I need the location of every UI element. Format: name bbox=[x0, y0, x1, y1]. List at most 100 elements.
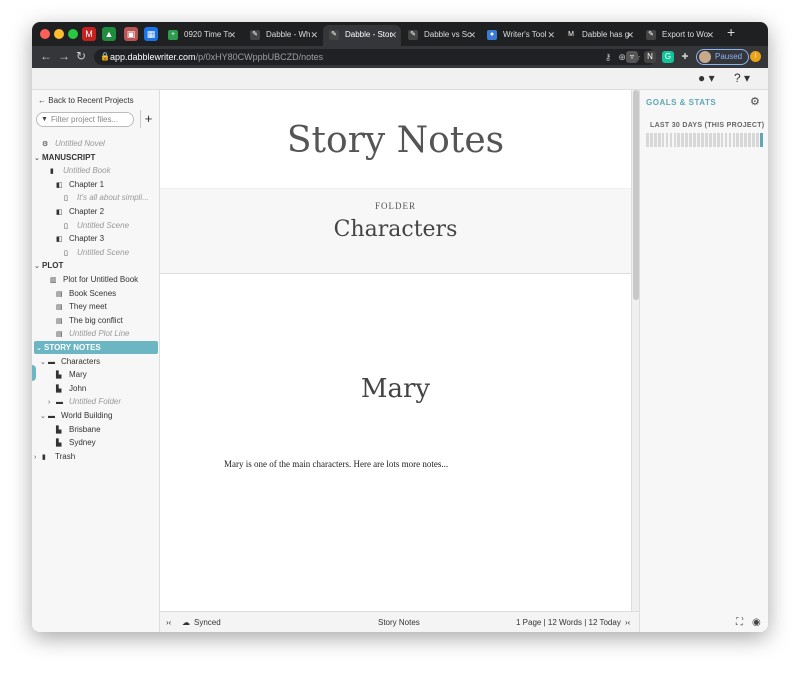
browser-tab[interactable]: +0920 Time Tr ✕ bbox=[162, 25, 240, 46]
sidebar-tree-item[interactable]: ▤ The big conflict bbox=[56, 314, 123, 327]
tree-item-label: Characters bbox=[61, 356, 101, 366]
collapse-right-icon[interactable]: ›‹ bbox=[625, 618, 630, 627]
reload-icon[interactable]: ↻ bbox=[76, 49, 86, 63]
filter-project-files-input[interactable]: ▼ Filter project files... bbox=[36, 112, 134, 127]
profile-paused-button[interactable]: Paused bbox=[696, 49, 750, 65]
help-icon[interactable]: ? ▾ bbox=[734, 71, 750, 85]
sidebar-tree-item[interactable]: ▯ Untitled Scene bbox=[64, 219, 129, 232]
sidebar-tree-item[interactable]: ▯ Untitled Scene bbox=[64, 246, 129, 259]
sidebar-tree-item[interactable]: ⌄ ▬ World Building bbox=[40, 409, 112, 422]
day-bar bbox=[760, 133, 763, 147]
chevron-down-icon[interactable]: ⌄ bbox=[36, 342, 44, 355]
maximize-window-button[interactable] bbox=[68, 29, 78, 39]
browser-tab[interactable]: M Dabble has g ✕ bbox=[560, 25, 638, 46]
back-arrow-icon[interactable]: ← bbox=[40, 49, 52, 63]
sidebar-tree-item[interactable]: ▤ They meet bbox=[56, 300, 107, 313]
add-item-button[interactable]: + bbox=[140, 110, 156, 128]
note-body[interactable]: Mary is one of the main characters. Here… bbox=[224, 459, 448, 469]
sidebar-tree-item[interactable]: ◧ Chapter 3 bbox=[56, 232, 104, 245]
editor-scrollbar[interactable] bbox=[631, 90, 639, 611]
tree-item-label: Untitled Plot Line bbox=[69, 329, 130, 339]
sidebar-section-header[interactable]: ⌄ MANUSCRIPT bbox=[34, 151, 95, 164]
sidebar-tree-item[interactable]: › ▬ Untitled Folder bbox=[48, 395, 121, 408]
page-title: Story Notes bbox=[286, 120, 505, 161]
sidebar-tree-item[interactable]: ▤ Book Scenes bbox=[56, 287, 116, 300]
sidebar-tree-item[interactable]: ▙ Brisbane bbox=[56, 423, 101, 436]
sidebar-tree-item[interactable]: ▙ Mary bbox=[56, 368, 87, 381]
sidebar-tree-item[interactable]: › ▮ Trash bbox=[34, 450, 75, 463]
sidebar-tree-item[interactable]: ⚙ Untitled Novel bbox=[42, 137, 105, 150]
close-tab-icon[interactable]: ✕ bbox=[626, 25, 634, 45]
tab-label: Writer's Tool bbox=[503, 30, 547, 39]
sidebar-tree-item[interactable]: ▮ Untitled Book bbox=[50, 164, 111, 177]
pocket-extension-icon[interactable]: ▿ bbox=[626, 51, 638, 63]
browser-tab[interactable]: ✎ Dabble - Stor ✕ bbox=[323, 25, 401, 46]
fullscreen-icon[interactable]: ⛶ bbox=[736, 617, 743, 628]
sidebar-tree-item[interactable]: ⌄ ▬ Characters bbox=[40, 355, 100, 368]
editor-pane[interactable]: Story Notes FOLDER Characters Mary Mary … bbox=[160, 90, 631, 611]
sidebar-tree-item[interactable]: ▥ Plot for Untitled Book bbox=[50, 273, 138, 286]
browser-tab[interactable]: ✎ Dabble vs Sc ✕ bbox=[402, 25, 480, 46]
folder-name[interactable]: Characters bbox=[160, 217, 631, 242]
browser-menu-update-icon[interactable]: ! bbox=[750, 51, 761, 62]
url-input[interactable]: 🔒 app.dabblewriter.com/p/0xHY80CWppbUBCZ… bbox=[94, 49, 656, 65]
extensions-puzzle-icon[interactable]: ✚ bbox=[679, 51, 691, 63]
tree-item-label: PLOT bbox=[42, 261, 64, 271]
word-count-stats[interactable]: 1 Page | 12 Words | 12 Today bbox=[516, 618, 621, 627]
tab-favicon-icon: ✎ bbox=[646, 30, 656, 40]
goals-stats-panel: GOALS & STATS ⚙ LAST 30 DAYS (THIS PROJE… bbox=[639, 90, 768, 632]
tab-favicon-icon: ✎ bbox=[329, 30, 339, 40]
status-bar: ›‹ ☁ Synced Story Notes 1 Page | 12 Word… bbox=[160, 611, 639, 632]
sidebar-section-header[interactable]: ⌄ PLOT bbox=[34, 259, 63, 272]
calendar-pinned-tab-icon[interactable]: ▦ bbox=[144, 27, 158, 41]
extension-icon[interactable]: N bbox=[644, 51, 656, 63]
drive-pinned-tab-icon[interactable]: ▲ bbox=[102, 27, 116, 41]
sidebar-tree-item[interactable]: ▤ Untitled Plot Line bbox=[56, 327, 129, 340]
chevron-down-icon[interactable]: ⌄ bbox=[40, 356, 48, 369]
tree-item-icon: ▤ bbox=[56, 304, 63, 312]
gear-icon[interactable]: ⚙ bbox=[750, 95, 760, 108]
chevron-down-icon[interactable]: ⌄ bbox=[34, 260, 42, 273]
close-tab-icon[interactable]: ✕ bbox=[389, 25, 397, 45]
browser-tab[interactable]: ● Writer's Tool ✕ bbox=[481, 25, 559, 46]
tab-label: Dabble - Stor bbox=[345, 30, 393, 39]
chevron-down-icon[interactable]: ⌄ bbox=[40, 410, 48, 423]
tree-item-label: Untitled Book bbox=[63, 166, 111, 176]
new-tab-button[interactable]: + bbox=[727, 24, 735, 40]
chevron-right-icon[interactable]: › bbox=[48, 396, 56, 409]
close-tab-icon[interactable]: ✕ bbox=[468, 25, 476, 45]
eye-icon[interactable]: ◉ bbox=[752, 617, 761, 628]
close-tab-icon[interactable]: ✕ bbox=[228, 25, 236, 45]
tree-item-label: Chapter 1 bbox=[69, 179, 105, 189]
browser-tab[interactable]: ✎ Dabble - Wh ✕ bbox=[244, 25, 322, 46]
sidebar-tree-item[interactable]: ◧ Chapter 1 bbox=[56, 178, 104, 191]
back-to-projects-link[interactable]: ← Back to Recent Projects bbox=[38, 96, 134, 105]
gmail-pinned-tab-icon[interactable]: M bbox=[82, 27, 96, 41]
day-bar bbox=[693, 133, 696, 147]
sidebar-tree-item[interactable]: ▙ Sydney bbox=[56, 436, 96, 449]
note-title[interactable]: Mary bbox=[160, 374, 631, 404]
cloud-sync-icon: ☁ bbox=[182, 618, 190, 627]
account-icon[interactable]: ● ▾ bbox=[698, 71, 715, 85]
forward-arrow-icon[interactable]: → bbox=[58, 49, 70, 63]
tree-item-label: Untitled Scene bbox=[77, 220, 130, 230]
browser-tab[interactable]: ✎ Export to Wo ✕ bbox=[640, 25, 718, 46]
grammarly-extension-icon[interactable]: G bbox=[662, 51, 674, 63]
tree-item-icon: ▮ bbox=[42, 453, 46, 461]
collapse-left-icon[interactable]: ›‹ bbox=[166, 618, 171, 627]
sidebar-collapse-handle[interactable] bbox=[32, 365, 36, 381]
sidebar-section-header[interactable]: ⌄ STORY NOTES bbox=[34, 341, 158, 354]
sidebar-tree-item[interactable]: ▯ It's all about simpli... bbox=[64, 191, 149, 204]
sidebar-tree-item[interactable]: ▙ John bbox=[56, 382, 86, 395]
close-window-button[interactable] bbox=[40, 29, 50, 39]
pinned-tab-icon[interactable]: ▣ bbox=[124, 27, 138, 41]
close-tab-icon[interactable]: ✕ bbox=[706, 25, 714, 45]
close-tab-icon[interactable]: ✕ bbox=[310, 25, 318, 45]
chevron-right-icon[interactable]: › bbox=[34, 451, 42, 464]
minimize-window-button[interactable] bbox=[54, 29, 64, 39]
chevron-down-icon[interactable]: ⌄ bbox=[34, 152, 42, 165]
sidebar-tree-item[interactable]: ◧ Chapter 2 bbox=[56, 205, 104, 218]
close-tab-icon[interactable]: ✕ bbox=[547, 25, 555, 45]
day-bar bbox=[653, 133, 657, 147]
tab-favicon-icon: ✎ bbox=[408, 30, 418, 40]
